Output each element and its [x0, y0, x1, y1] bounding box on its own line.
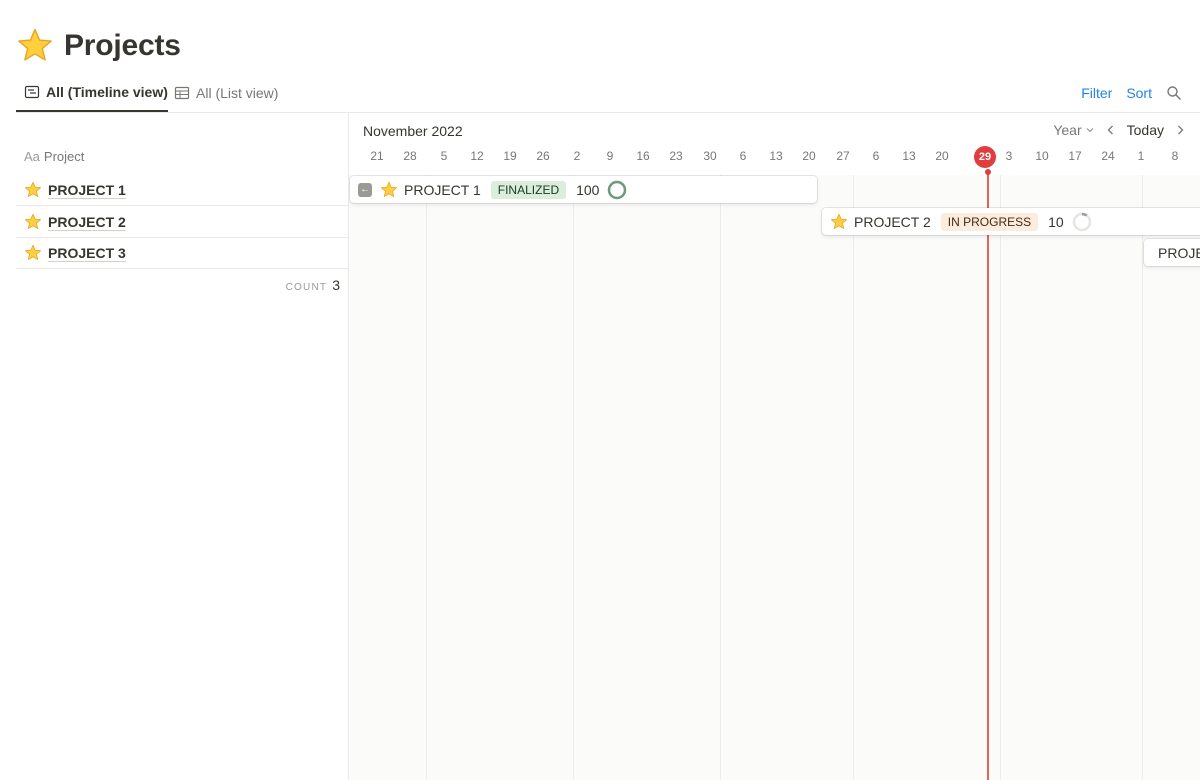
star-icon — [24, 181, 42, 197]
count-label: COUNT — [285, 282, 328, 293]
column-label: Project — [43, 149, 85, 164]
date-tick: 6 — [872, 149, 880, 163]
tab-timeline-view[interactable]: All (Timeline view) — [16, 74, 168, 112]
month-gridline — [720, 175, 721, 780]
date-tick: 20 — [935, 149, 949, 163]
table-row[interactable]: PROJECT 2 — [16, 206, 348, 238]
date-tick: 30 — [703, 149, 717, 163]
month-gridline — [573, 175, 574, 780]
month-gridline — [853, 175, 854, 780]
progress-ring-icon — [608, 180, 627, 199]
text-property-icon: Aa — [24, 149, 40, 164]
month-label: November 2022 — [363, 123, 463, 139]
month-gridline — [1000, 175, 1001, 780]
chevron-right-icon[interactable] — [1174, 124, 1186, 136]
tab-label: All (List view) — [196, 85, 279, 101]
date-tick: 6 — [739, 149, 747, 163]
date-tick: 8 — [1171, 149, 1179, 163]
filter-button[interactable]: Filter — [1081, 85, 1112, 101]
page-header: Projects — [16, 24, 181, 68]
row-title[interactable]: PROJECT 2 — [48, 214, 126, 230]
date-tick: 19 — [503, 149, 517, 163]
today-button[interactable]: Today — [1127, 122, 1164, 138]
row-title[interactable]: PROJECT 3 — [48, 245, 126, 261]
timeline-nav: Year Today — [1053, 122, 1186, 138]
table-icon — [174, 86, 190, 100]
date-tick: 12 — [470, 149, 484, 163]
table-row[interactable]: PROJECT 1 — [16, 174, 348, 206]
date-tick: 27 — [836, 149, 850, 163]
timeline-icon — [24, 85, 40, 99]
date-tick: 3 — [1005, 149, 1013, 163]
star-icon — [380, 181, 398, 197]
date-tick: 9 — [606, 149, 614, 163]
progress-ring-icon — [1072, 212, 1091, 231]
sort-button[interactable]: Sort — [1126, 85, 1152, 101]
count-value: 3 — [332, 277, 340, 293]
date-tick: 24 — [1101, 149, 1115, 163]
timeline-bar-project-3[interactable]: PROJECT 3 — [1144, 239, 1200, 266]
count-summary[interactable]: COUNT 3 — [286, 277, 340, 293]
date-tick: 20 — [802, 149, 816, 163]
scale-dropdown[interactable]: Year — [1053, 122, 1094, 138]
month-gridline — [426, 175, 427, 780]
chevron-down-icon — [1086, 128, 1094, 133]
scale-label: Year — [1053, 122, 1082, 138]
status-tag: IN PROGRESS — [940, 212, 1039, 231]
status-tag: FINALIZED — [490, 180, 567, 199]
tab-label: All (Timeline view) — [46, 84, 168, 100]
star-icon — [24, 213, 42, 229]
chevron-left-icon[interactable] — [1105, 124, 1117, 136]
star-icon — [24, 244, 42, 260]
row-title[interactable]: PROJECT 1 — [48, 182, 126, 198]
today-line — [987, 171, 989, 780]
date-tick: 16 — [636, 149, 650, 163]
search-icon[interactable] — [1166, 85, 1182, 101]
date-tick: 5 — [440, 149, 448, 163]
progress-value: 10 — [1048, 213, 1064, 230]
bar-title: PROJECT 1 — [404, 181, 481, 198]
timeline-grid — [349, 175, 1200, 780]
arrow-left-icon[interactable]: ← — [358, 182, 372, 197]
tab-list-view[interactable]: All (List view) — [174, 74, 278, 112]
progress-value: 100 — [576, 181, 600, 198]
date-tick: 17 — [1068, 149, 1082, 163]
date-tick: 26 — [536, 149, 550, 163]
today-dot — [985, 169, 991, 175]
bar-title: PROJECT 3 — [1158, 244, 1200, 261]
date-tick: 2 — [573, 149, 581, 163]
date-tick: 1 — [1137, 149, 1145, 163]
today-marker: 29 — [974, 146, 996, 168]
star-icon — [830, 213, 848, 229]
project-table: Aa Project PROJECT 1 PROJECT 2 PROJECT 3… — [16, 113, 348, 780]
bar-title: PROJECT 2 — [854, 213, 931, 230]
date-tick: 13 — [769, 149, 783, 163]
date-tick: 10 — [1035, 149, 1049, 163]
star-icon[interactable] — [16, 27, 54, 65]
view-actions: Filter Sort — [1081, 74, 1182, 112]
timeline-bar-project-1[interactable]: ← PROJECT 1 FINALIZED 100 — [350, 176, 817, 203]
month-gridline — [1142, 175, 1143, 780]
timeline-bar-project-2[interactable]: PROJECT 2 IN PROGRESS 10 — [822, 208, 1200, 235]
view-tab-bar: All (Timeline view) All (List view) Filt… — [16, 74, 1200, 113]
date-tick: 21 — [370, 149, 384, 163]
table-row[interactable]: PROJECT 3 — [16, 237, 348, 269]
project-column-header[interactable]: Aa Project — [24, 149, 84, 164]
date-tick: 28 — [403, 149, 417, 163]
date-tick: 13 — [902, 149, 916, 163]
timeline-area: November 2022 Year Today 21 28 5 12 19 2… — [349, 113, 1200, 780]
date-tick: 23 — [669, 149, 683, 163]
page-title[interactable]: Projects — [64, 29, 181, 63]
